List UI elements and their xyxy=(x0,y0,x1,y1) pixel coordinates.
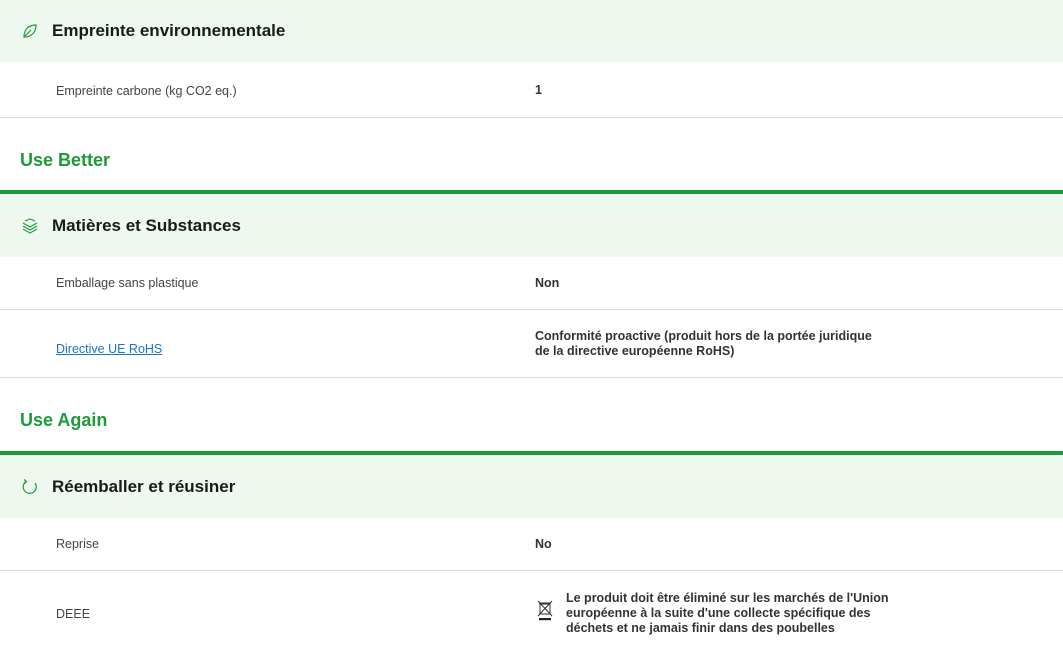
table-row: DEEE Le produit doit être éliminé sur le… xyxy=(0,571,1063,655)
group-title-use-again: Use Again xyxy=(20,410,108,430)
section-header-environmental-footprint: Empreinte environnementale xyxy=(0,0,1063,62)
row-value: Conformité proactive (produit hors de la… xyxy=(535,329,872,359)
rohs-directive-link[interactable]: Directive UE RoHS xyxy=(56,342,162,356)
row-value-line: Conformité proactive (produit hors de la… xyxy=(535,329,872,343)
section-title: Réemballer et réusiner xyxy=(52,476,236,496)
row-value: Le produit doit être éliminé sur les mar… xyxy=(566,591,889,636)
row-label: Reprise xyxy=(56,537,100,551)
table-row: Directive UE RoHS Conformité proactive (… xyxy=(0,310,1063,378)
table-row: Emballage sans plastique Non xyxy=(0,257,1063,310)
row-value: Non xyxy=(535,276,560,290)
row-label: Emballage sans plastique xyxy=(56,276,199,290)
row-label: Empreinte carbone (kg CO2 eq.) xyxy=(56,84,237,98)
row-value: No xyxy=(535,537,552,551)
row-value-line: européenne à la suite d'une collecte spé… xyxy=(566,606,871,620)
refresh-icon xyxy=(20,477,40,497)
row-value-line: Le produit doit être éliminé sur les mar… xyxy=(566,591,889,605)
row-value-line: déchets et ne jamais finir dans des poub… xyxy=(566,621,835,635)
section-title: Empreinte environnementale xyxy=(52,21,286,40)
weee-bin-icon xyxy=(537,599,553,621)
section-header-materials: Matières et Substances xyxy=(0,194,1063,257)
section-header-repackage: Réemballer et réusiner xyxy=(0,455,1063,518)
row-label: DEEE xyxy=(56,607,91,621)
section-title: Matières et Substances xyxy=(52,215,241,235)
group-title-use-better: Use Better xyxy=(20,150,111,170)
table-row: Empreinte carbone (kg CO2 eq.) 1 xyxy=(0,62,1063,118)
row-value: 1 xyxy=(535,83,542,97)
table-row: Reprise No xyxy=(0,518,1063,571)
layers-icon xyxy=(20,216,40,236)
leaf-icon xyxy=(20,21,40,41)
row-value-line: de la directive européenne RoHS) xyxy=(535,344,735,358)
